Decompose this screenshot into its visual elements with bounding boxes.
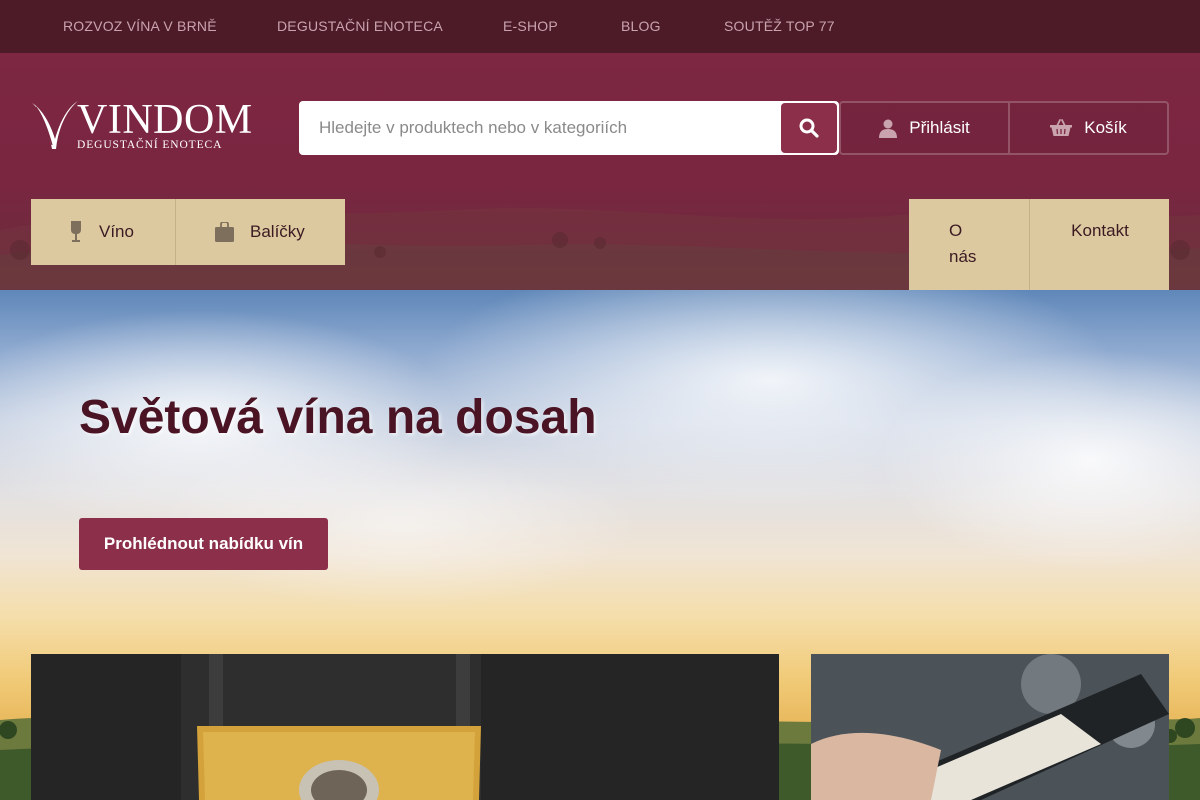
topbar-link-eshop[interactable]: E-SHOP <box>503 18 558 34</box>
cart-label: Košík <box>1084 118 1127 137</box>
wine-bottle-icon <box>71 221 81 242</box>
login-button[interactable]: Přihlásit <box>839 101 1010 155</box>
nav-item-wine[interactable]: Víno <box>31 199 176 265</box>
nav-item-about-line2: nás <box>949 247 977 266</box>
site-logo[interactable]: VINDOM DEGUSTAČNÍ ENOTECA <box>30 99 252 155</box>
nav-item-contact[interactable]: Kontakt <box>1031 218 1169 244</box>
nav-item-packages[interactable]: Balíčky <box>176 199 345 265</box>
logo-wordmark: VINDOM <box>77 97 253 143</box>
user-icon <box>879 119 898 138</box>
search-button[interactable] <box>781 103 837 153</box>
wine-pouring-image <box>811 654 1169 800</box>
cart-button[interactable]: Košík <box>1010 101 1169 155</box>
hero-banner: Světová vína na dosah Prohlédnout nabídk… <box>0 290 1200 800</box>
nav-item-wine-label: Víno <box>99 222 134 241</box>
topbar-link-blog[interactable]: BLOG <box>621 18 661 34</box>
topbar-link-contest[interactable]: SOUTĚŽ TOP 77 <box>724 18 835 34</box>
featured-card-left[interactable] <box>31 654 779 800</box>
nav-item-about[interactable]: O nás <box>909 199 1030 290</box>
topbar-link-delivery[interactable]: ROZVOZ VÍNA V BRNĚ <box>63 18 217 34</box>
nav-item-packages-label: Balíčky <box>250 222 305 241</box>
site-header: VINDOM DEGUSTAČNÍ ENOTECA Přihlásit Koší… <box>0 53 1200 290</box>
featured-card-right[interactable] <box>811 654 1169 800</box>
search-icon <box>799 118 819 138</box>
search-input[interactable] <box>299 101 781 155</box>
quill-logo-icon <box>32 101 78 149</box>
main-nav-left: Víno Balíčky <box>31 199 345 265</box>
hero-title: Světová vína na dosah <box>79 391 597 444</box>
search-bar <box>299 101 839 155</box>
wine-bottle-image <box>31 654 779 800</box>
bag-icon <box>215 222 234 242</box>
logo-tagline: DEGUSTAČNÍ ENOTECA <box>77 139 223 151</box>
login-label: Přihlásit <box>909 118 970 137</box>
topbar-link-enoteca[interactable]: DEGUSTAČNÍ ENOTECA <box>277 18 443 34</box>
browse-wines-button[interactable]: Prohlédnout nabídku vín <box>79 518 328 570</box>
basket-icon <box>1050 119 1073 136</box>
top-bar: ROZVOZ VÍNA V BRNĚ DEGUSTAČNÍ ENOTECA E-… <box>0 0 1200 53</box>
nav-item-about-line1: O <box>949 221 963 240</box>
main-nav-right: O nás Kontakt <box>909 199 1169 290</box>
